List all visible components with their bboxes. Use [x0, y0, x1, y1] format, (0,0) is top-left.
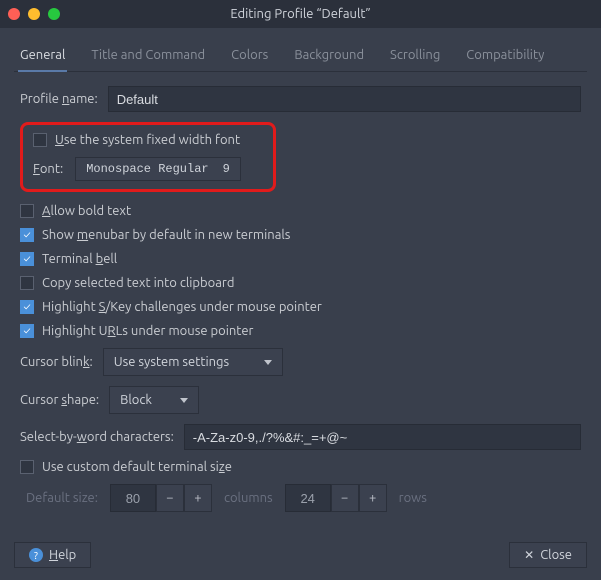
columns-label: columns [224, 491, 273, 505]
show-menubar-label: Show menubar by default in new terminals [42, 228, 290, 242]
custom-size-label: Use custom default terminal size [42, 460, 232, 474]
tab-compatibility[interactable]: Compatibility [464, 42, 546, 71]
show-menubar-checkbox[interactable] [20, 228, 34, 242]
allow-bold-checkbox[interactable] [20, 204, 34, 218]
chevron-down-icon [264, 360, 272, 365]
cursor-shape-dropdown[interactable]: Block [109, 386, 199, 414]
default-size-label: Default size: [26, 491, 98, 505]
terminal-bell-checkbox[interactable] [20, 252, 34, 266]
cursor-blink-label: Cursor blink: [20, 355, 93, 369]
terminal-bell-label: Terminal bell [42, 252, 117, 266]
tab-colors[interactable]: Colors [229, 42, 270, 71]
rows-input [285, 484, 331, 512]
use-system-font-checkbox[interactable] [33, 133, 47, 147]
copy-clipboard-label: Copy selected text into clipboard [42, 276, 234, 290]
close-button-label: Close [540, 548, 572, 562]
columns-plus-button: + [184, 484, 212, 512]
help-button-label: Help [49, 548, 76, 562]
font-settings-highlight: Use the system fixed width font Font: Mo… [20, 122, 276, 192]
copy-clipboard-checkbox[interactable] [20, 276, 34, 290]
tab-title-and-command[interactable]: Title and Command [89, 42, 207, 71]
rows-minus-button: − [331, 484, 359, 512]
font-label: Font: [33, 162, 63, 176]
custom-size-checkbox[interactable] [20, 460, 34, 474]
cursor-blink-value: Use system settings [114, 355, 229, 369]
font-chooser-button[interactable]: Monospace Regular 9 [75, 157, 241, 181]
columns-minus-button: − [156, 484, 184, 512]
help-icon: ? [29, 548, 43, 562]
rows-stepper: − + [285, 484, 387, 512]
profile-name-label: Profile name: [20, 92, 98, 106]
select-word-input[interactable] [184, 424, 581, 450]
tab-bar: General Title and Command Colors Backgro… [14, 42, 587, 72]
highlight-skey-checkbox[interactable] [20, 300, 34, 314]
window-title: Editing Profile “Default” [0, 7, 601, 21]
help-button[interactable]: ? Help [14, 542, 91, 568]
font-name: Monospace Regular [86, 162, 208, 176]
chevron-down-icon [180, 398, 188, 403]
cursor-shape-value: Block [120, 393, 152, 407]
tab-scrolling[interactable]: Scrolling [388, 42, 442, 71]
rows-label: rows [399, 491, 427, 505]
rows-plus-button: + [359, 484, 387, 512]
allow-bold-label: Allow bold text [42, 204, 131, 218]
highlight-urls-label: Highlight URLs under mouse pointer [42, 324, 253, 338]
columns-stepper: − + [110, 484, 212, 512]
font-size: 9 [223, 162, 230, 176]
profile-name-input[interactable] [108, 86, 581, 112]
close-button[interactable]: ✕ Close [509, 542, 587, 568]
highlight-skey-label: Highlight S/Key challenges under mouse p… [42, 300, 322, 314]
titlebar: Editing Profile “Default” [0, 0, 601, 28]
select-word-label: Select-by-word characters: [20, 430, 174, 444]
use-system-font-label: Use the system fixed width font [55, 133, 240, 147]
cursor-shape-label: Cursor shape: [20, 393, 99, 407]
tab-background[interactable]: Background [292, 42, 366, 71]
highlight-urls-checkbox[interactable] [20, 324, 34, 338]
columns-input [110, 484, 156, 512]
close-icon: ✕ [524, 548, 534, 562]
cursor-blink-dropdown[interactable]: Use system settings [103, 348, 283, 376]
tab-general[interactable]: General [18, 42, 67, 72]
